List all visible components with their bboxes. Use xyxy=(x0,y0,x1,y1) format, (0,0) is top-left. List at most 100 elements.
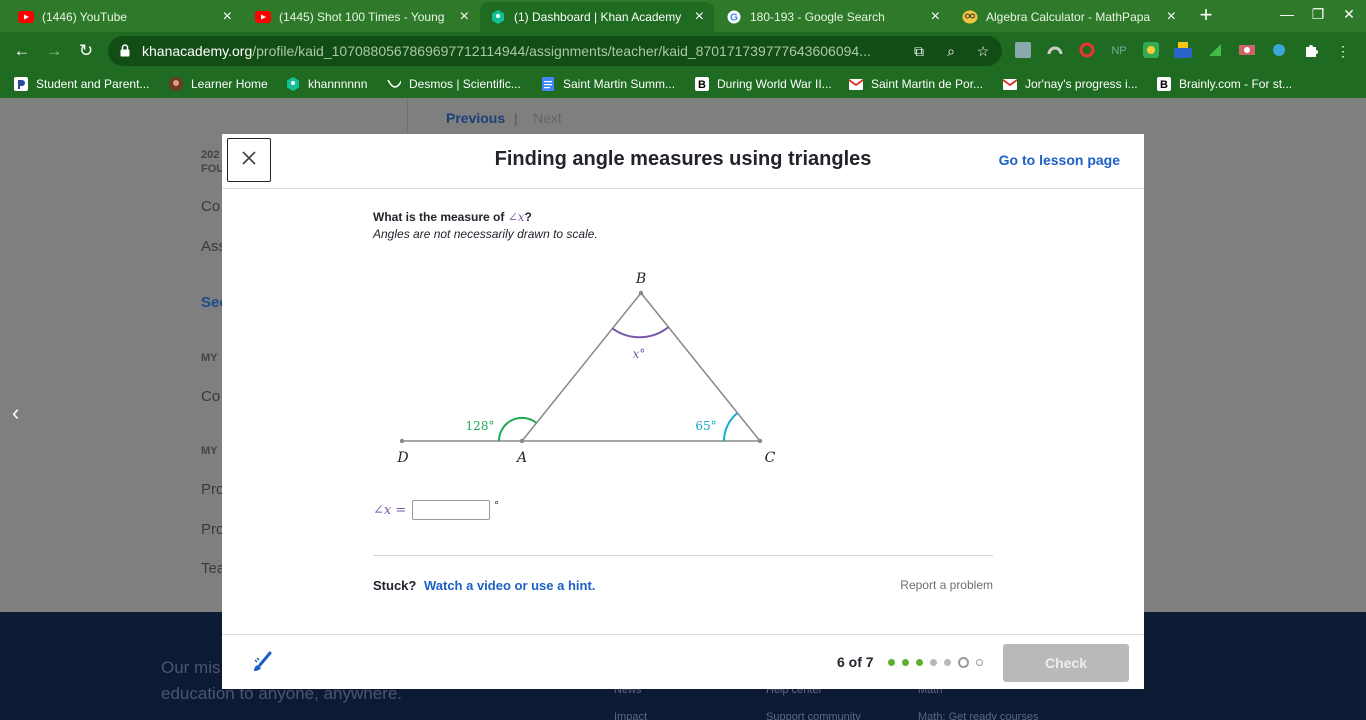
bookmark-item[interactable]: Saint Martin Summ... xyxy=(541,75,675,93)
tab-strip: (1446) YouTube × (1445) Shot 100 Times -… xyxy=(0,0,1366,32)
next-link[interactable]: Next xyxy=(533,110,562,126)
extension-icon[interactable] xyxy=(1014,42,1032,60)
bookmark-label: Saint Martin de Por... xyxy=(871,77,984,91)
point-a xyxy=(519,438,525,444)
label-b: B xyxy=(635,271,646,287)
reload-icon[interactable]: ↻ xyxy=(74,40,98,62)
bookmark-label: Saint Martin Summ... xyxy=(563,77,676,91)
scale-note: Angles are not necessarily drawn to scal… xyxy=(373,227,598,241)
bookmark-item[interactable]: Saint Martin de Por... xyxy=(849,75,983,93)
menu-kebab-icon[interactable]: ⋮ xyxy=(1334,42,1352,60)
check-button[interactable]: Check xyxy=(1003,644,1129,682)
tab-youtube-2[interactable]: (1445) Shot 100 Times - Young × xyxy=(245,2,479,32)
hint-link[interactable]: Watch a video or use a hint. xyxy=(424,578,595,593)
triangle-diagram: B A C D x° 128° 65° xyxy=(396,271,776,466)
star-icon[interactable]: ☆ xyxy=(974,42,992,60)
nav-separator: | xyxy=(514,110,518,126)
extension-icon[interactable] xyxy=(1174,42,1192,60)
label-d: D xyxy=(396,450,408,466)
bookmark-item[interactable]: B Brainly.com - For st... xyxy=(1157,75,1292,93)
question-prefix: What is the measure of xyxy=(373,210,505,224)
khan-academy-icon xyxy=(490,9,506,25)
bookmark-item[interactable]: Desmos | Scientific... xyxy=(387,75,521,93)
svg-text:G: G xyxy=(730,13,738,24)
svg-text:B: B xyxy=(1160,79,1168,91)
footer-link[interactable]: Math: Get ready courses xyxy=(918,711,1038,720)
extensions-puzzle-icon[interactable] xyxy=(1302,42,1320,60)
desmos-icon xyxy=(387,77,401,91)
extension-icon[interactable] xyxy=(1270,42,1288,60)
extension-icon[interactable] xyxy=(1206,42,1224,60)
tab-close-icon[interactable]: × xyxy=(223,8,232,26)
bookmark-label: Desmos | Scientific... xyxy=(409,77,521,91)
footer-link[interactable]: Support community xyxy=(766,711,861,720)
address-bar[interactable]: khanacademy.org/profile/kaid_10708805678… xyxy=(108,36,1002,66)
exercise-modal: Finding angle measures using triangles G… xyxy=(222,134,1144,689)
tab-close-icon[interactable]: × xyxy=(1167,8,1176,26)
tab-close-icon[interactable]: × xyxy=(931,8,940,26)
line-ab xyxy=(521,292,642,442)
bookmark-item[interactable]: Student and Parent... xyxy=(14,75,149,93)
degree-unit: ° xyxy=(494,498,500,512)
minimize-icon[interactable]: — xyxy=(1272,6,1302,22)
restore-icon[interactable]: ❐ xyxy=(1303,6,1333,23)
tab-google-search[interactable]: G 180-193 - Google Search × xyxy=(716,2,950,32)
scratchpad-icon[interactable] xyxy=(252,651,274,678)
parentsquare-icon xyxy=(14,77,28,91)
label-c: C xyxy=(765,450,776,466)
stuck-row: Stuck? Watch a video or use a hint. xyxy=(373,578,595,593)
answer-input[interactable] xyxy=(412,500,491,520)
report-problem-link[interactable]: Report a problem xyxy=(900,578,993,592)
extension-icon[interactable] xyxy=(1142,42,1160,60)
answer-label: ∠x = xyxy=(373,502,407,518)
progress-dot xyxy=(930,659,937,666)
extension-icon[interactable] xyxy=(1046,42,1064,60)
open-in-new-icon[interactable]: ⧉ xyxy=(910,42,928,60)
previous-link[interactable]: Previous xyxy=(446,110,505,126)
tab-khan-dashboard[interactable]: (1) Dashboard | Khan Academy × xyxy=(480,2,714,32)
answer-row: ∠x = ° xyxy=(373,498,500,520)
back-icon[interactable]: ← xyxy=(10,40,34,62)
bookmark-item[interactable]: Jor'nay's progress i... xyxy=(1003,75,1138,93)
new-tab-button[interactable]: + xyxy=(1193,4,1219,28)
window-close-icon[interactable]: ✕ xyxy=(1334,6,1364,23)
tab-youtube-1[interactable]: (1446) YouTube × xyxy=(8,2,242,32)
bookmark-item[interactable]: B During World War II... xyxy=(695,75,832,93)
angle-x-arc xyxy=(611,326,670,339)
progress-dot-current xyxy=(958,657,969,668)
extension-icon[interactable] xyxy=(1078,42,1096,60)
brainly-icon: B xyxy=(1157,77,1171,91)
mission-text: Our mis xyxy=(161,658,221,677)
bookmark-label: Brainly.com - For st... xyxy=(1179,77,1293,91)
bookmark-item[interactable]: khannnnnn xyxy=(286,75,367,93)
forward-icon[interactable]: → xyxy=(42,40,66,62)
url-host: khanacademy.org xyxy=(142,43,253,59)
url-path: /profile/kaid_1070880567869697712114944/… xyxy=(252,43,871,59)
google-icon: G xyxy=(726,9,742,25)
footer-link[interactable]: Impact xyxy=(614,711,647,720)
brainly-icon: B xyxy=(695,77,709,91)
sidebar-text: Co xyxy=(201,198,221,215)
bookmark-item[interactable]: Learner Home xyxy=(169,75,268,93)
go-to-lesson-link[interactable]: Go to lesson page xyxy=(999,152,1120,168)
tab-close-icon[interactable]: × xyxy=(695,8,704,26)
youtube-icon xyxy=(255,9,271,25)
tab-close-icon[interactable]: × xyxy=(460,8,469,26)
sidebar-text: FOU xyxy=(201,163,225,175)
chevron-left-icon[interactable]: ‹ xyxy=(12,400,19,426)
gmail-icon xyxy=(849,77,863,91)
tab-mathpapa[interactable]: Algebra Calculator - MathPapa × xyxy=(952,2,1186,32)
sidebar-heading: MY xyxy=(201,352,218,364)
point-b xyxy=(638,290,644,296)
search-icon[interactable]: ⌕ xyxy=(942,42,960,60)
extension-icon[interactable]: NP xyxy=(1110,42,1128,60)
tab-title: 180-193 - Google Search xyxy=(750,10,885,24)
tab-title: (1) Dashboard | Khan Academy xyxy=(514,10,682,24)
tab-title: Algebra Calculator - MathPapa xyxy=(986,10,1151,24)
angle-x-label: x° xyxy=(633,347,646,361)
sidebar-text: Co xyxy=(201,388,221,405)
progress-dot-complete xyxy=(888,659,895,666)
progress-dot xyxy=(944,659,951,666)
sidebar-text: 202 xyxy=(201,149,220,161)
extension-icon[interactable] xyxy=(1238,42,1256,60)
